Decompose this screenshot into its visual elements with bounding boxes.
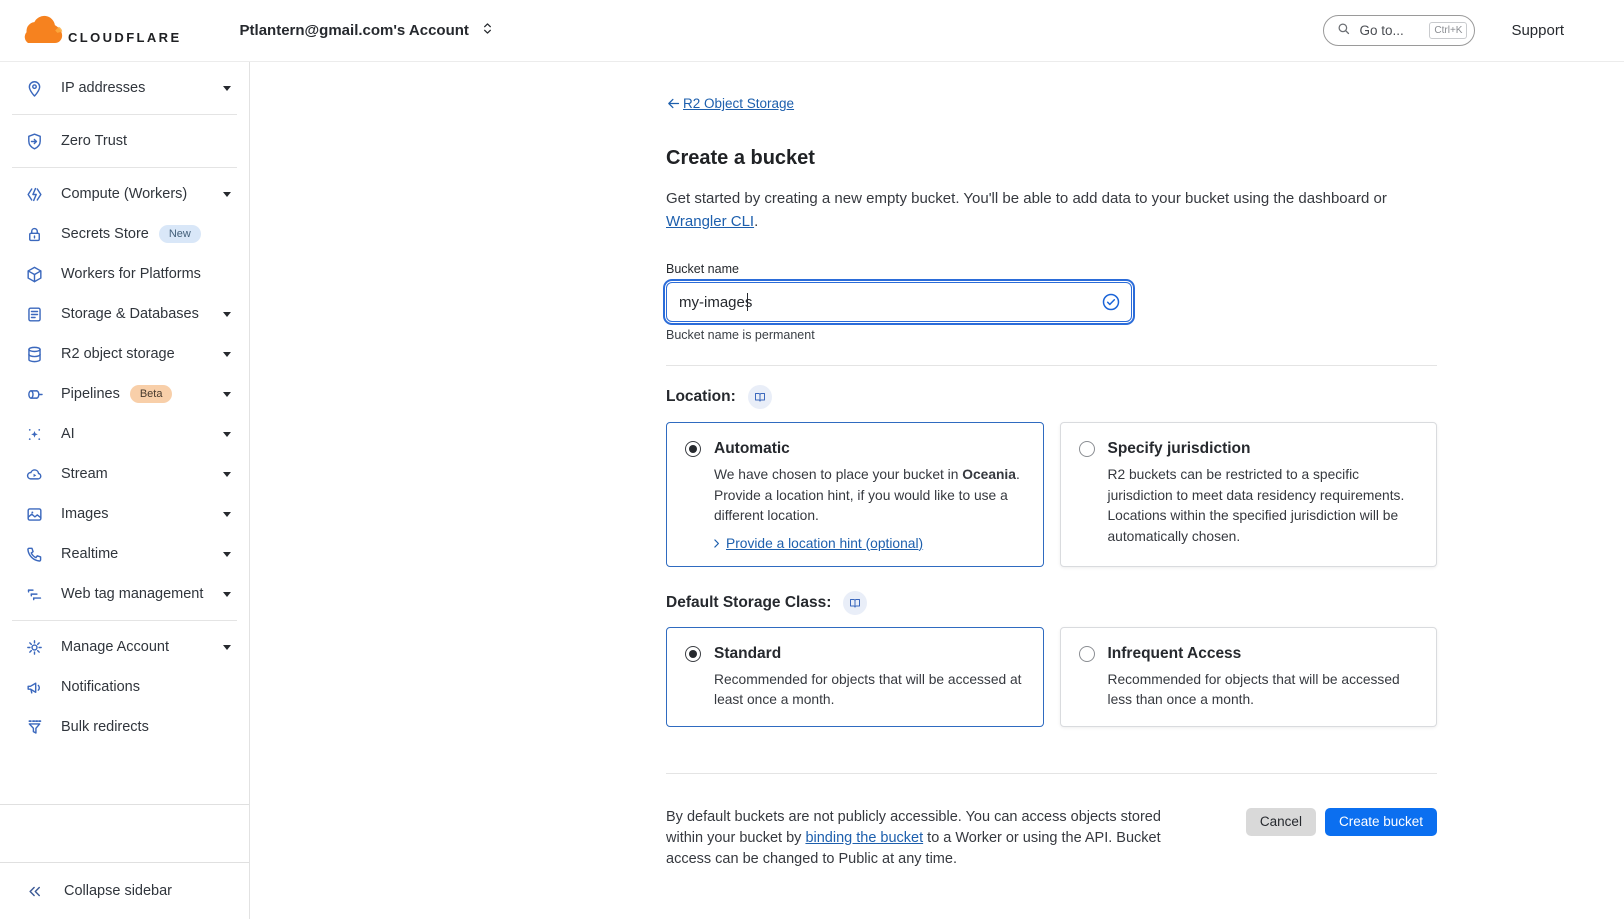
global-search[interactable]: Go to... Ctrl+K (1323, 15, 1475, 46)
chevron-down-icon (223, 312, 231, 317)
ai-sparkle-icon (24, 424, 44, 444)
r2-cylinder-icon (24, 344, 44, 364)
location-option-automatic[interactable]: Automatic We have chosen to place your b… (666, 422, 1044, 567)
chevron-down-icon (223, 645, 231, 650)
top-header: CLOUDFLARE Ptlantern@gmail.com's Account… (0, 0, 1624, 62)
location-pin-icon (24, 78, 44, 98)
sidebar-item-web-tag-management[interactable]: Web tag management (0, 574, 249, 614)
sidebar-item-bulk-redirects[interactable]: Bulk redirects (0, 707, 249, 747)
chevron-down-icon (223, 86, 231, 91)
radio-button-standard[interactable] (685, 646, 701, 662)
wrangler-cli-link[interactable]: Wrangler CLI (666, 213, 754, 230)
chevron-down-icon (223, 512, 231, 517)
access-note: By default buckets are not publicly acce… (666, 807, 1181, 870)
chevron-down-icon (223, 552, 231, 557)
chevron-down-icon (223, 432, 231, 437)
divider (12, 114, 237, 115)
create-bucket-button[interactable]: Create bucket (1325, 808, 1437, 836)
sort-chevrons-icon (479, 20, 496, 42)
funnel-icon (24, 717, 44, 737)
chevron-down-icon (223, 392, 231, 397)
back-link-r2-object-storage[interactable]: R2 Object Storage (666, 96, 794, 111)
bucket-name-label: Bucket name (666, 262, 1437, 276)
new-badge: New (159, 225, 201, 243)
location-section-label: Location: (666, 388, 736, 406)
sidebar-item-r2-object-storage[interactable]: R2 object storage (0, 334, 249, 374)
radio-button-jurisdiction[interactable] (1079, 441, 1095, 457)
radio-button-automatic[interactable] (685, 441, 701, 457)
text-cursor (747, 293, 748, 311)
divider (666, 365, 1437, 366)
sidebar-item-storage-databases[interactable]: Storage & Databases (0, 294, 249, 334)
account-name: Ptlantern@gmail.com's Account (240, 22, 469, 39)
cloudflare-cloud-icon (20, 13, 66, 48)
lock-icon (24, 224, 44, 244)
divider (12, 167, 237, 168)
chevron-down-icon (223, 592, 231, 597)
sidebar-item-images[interactable]: Images (0, 494, 249, 534)
bucket-name-input[interactable] (666, 282, 1132, 322)
shield-icon (24, 131, 44, 151)
sidebar-item-compute-workers[interactable]: Compute (Workers) (0, 174, 249, 214)
megaphone-icon (24, 677, 44, 697)
tag-bars-icon (24, 584, 44, 604)
location-option-specify-jurisdiction[interactable]: Specify jurisdiction R2 buckets can be r… (1060, 422, 1438, 567)
cloudflare-logo[interactable]: CLOUDFLARE (20, 13, 182, 48)
sidebar-item-zero-trust[interactable]: Zero Trust (0, 121, 249, 161)
chevron-down-icon (223, 352, 231, 357)
pipeline-icon (24, 384, 44, 404)
support-link[interactable]: Support (1511, 22, 1564, 39)
sidebar: IP addresses Zero Trust Compute (Workers… (0, 62, 250, 919)
sidebar-item-realtime[interactable]: Realtime (0, 534, 249, 574)
sidebar-item-notifications[interactable]: Notifications (0, 667, 249, 707)
chevron-down-icon (223, 472, 231, 477)
page-title: Create a bucket (666, 147, 1437, 170)
radio-button-infrequent[interactable] (1079, 646, 1095, 662)
database-icon (24, 304, 44, 324)
sidebar-item-pipelines[interactable]: Pipelines Beta (0, 374, 249, 414)
docs-book-icon[interactable] (748, 385, 772, 409)
jurisdiction-description: R2 buckets can be restricted to a specif… (1108, 465, 1419, 547)
account-switcher[interactable]: Ptlantern@gmail.com's Account (240, 20, 496, 42)
search-placeholder: Go to... (1359, 23, 1421, 38)
storage-class-section-label: Default Storage Class: (666, 594, 831, 612)
sidebar-item-workers-for-platforms[interactable]: Workers for Platforms (0, 254, 249, 294)
storage-class-option-standard[interactable]: Standard Recommended for objects that wi… (666, 627, 1044, 727)
left-arrow-icon (666, 96, 681, 111)
beta-badge: Beta (130, 385, 173, 403)
main-content: R2 Object Storage Create a bucket Get st… (250, 62, 1624, 919)
sidebar-item-stream[interactable]: Stream (0, 454, 249, 494)
infrequent-description: Recommended for objects that will be acc… (1108, 670, 1419, 711)
bucket-name-hint: Bucket name is permanent (666, 328, 1437, 342)
sidebar-item-secrets-store[interactable]: Secrets Store New (0, 214, 249, 254)
sidebar-item-manage-account[interactable]: Manage Account (0, 627, 249, 667)
cloudflare-wordmark: CLOUDFLARE (68, 30, 182, 48)
stream-cloud-icon (24, 464, 44, 484)
divider (666, 773, 1437, 774)
double-chevron-left-icon (24, 881, 44, 901)
automatic-description: We have chosen to place your bucket in O… (714, 465, 1025, 527)
location-hint-link[interactable]: Provide a location hint (optional) (726, 536, 923, 551)
gear-icon (24, 637, 44, 657)
sidebar-item-ai[interactable]: AI (0, 414, 249, 454)
cancel-button[interactable]: Cancel (1246, 808, 1316, 836)
sidebar-item-ip-addresses[interactable]: IP addresses (0, 68, 249, 108)
docs-book-icon[interactable] (843, 591, 867, 615)
binding-the-bucket-link[interactable]: binding the bucket (805, 830, 923, 846)
collapse-sidebar-button[interactable]: Collapse sidebar (0, 863, 249, 919)
search-shortcut-badge: Ctrl+K (1429, 22, 1467, 39)
divider (12, 620, 237, 621)
chevron-down-icon (223, 192, 231, 197)
intro-text: Get started by creating a new empty buck… (666, 187, 1437, 233)
images-icon (24, 504, 44, 524)
standard-description: Recommended for objects that will be acc… (714, 670, 1025, 711)
sidebar-spacer (0, 805, 249, 862)
phone-icon (24, 544, 44, 564)
workers-icon (24, 184, 44, 204)
search-icon (1336, 21, 1351, 41)
package-icon (24, 264, 44, 284)
storage-class-option-infrequent-access[interactable]: Infrequent Access Recommended for object… (1060, 627, 1438, 727)
valid-check-icon (1101, 292, 1121, 312)
chevron-right-icon (710, 537, 723, 550)
